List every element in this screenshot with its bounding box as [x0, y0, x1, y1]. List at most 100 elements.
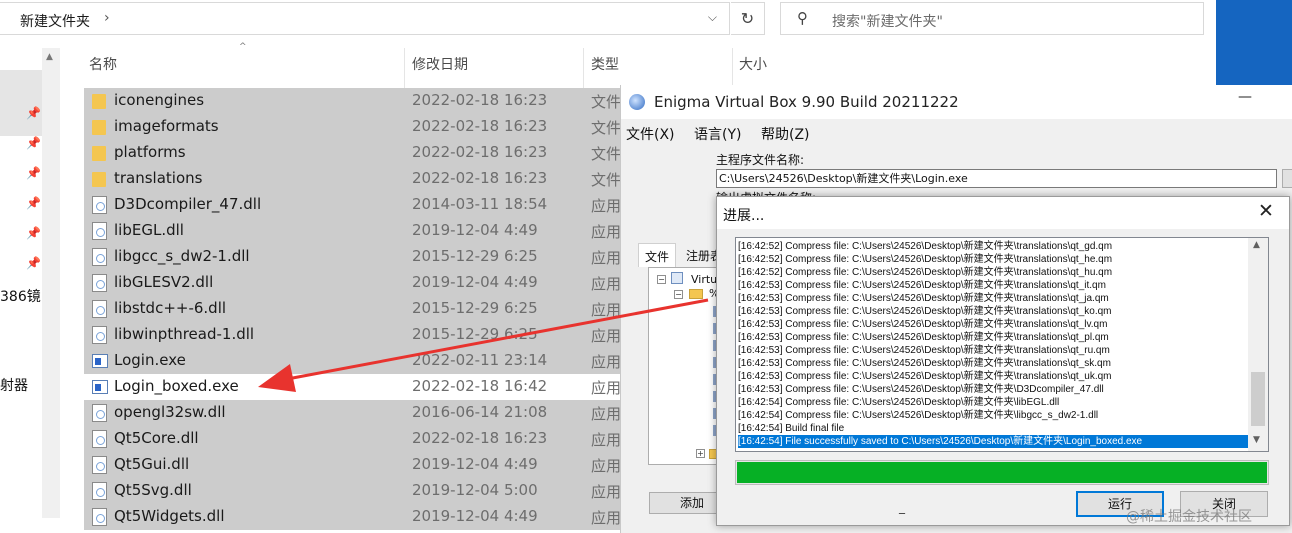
- column-header-date[interactable]: 修改日期: [412, 54, 468, 74]
- file-row[interactable]: libstdc++-6.dll 2015-12-29 6:25 应用: [84, 296, 624, 322]
- nav-selected-item[interactable]: [0, 70, 42, 136]
- column-header-size[interactable]: 大小: [739, 54, 767, 74]
- file-row[interactable]: platforms 2022-02-18 16:23 文件: [84, 140, 624, 166]
- file-type: 应用: [591, 249, 622, 267]
- address-history-dropdown-icon[interactable]: ⌵: [708, 10, 717, 25]
- log-line[interactable]: [16:42:54] File successfully saved to C:…: [738, 435, 1248, 448]
- pin-icon[interactable]: 📌: [26, 196, 41, 210]
- file-name[interactable]: libgcc_s_dw2-1.dll: [114, 247, 250, 265]
- file-name[interactable]: Qt5Gui.dll: [114, 455, 189, 473]
- scroll-up-arrow-icon[interactable]: ▲: [1253, 240, 1260, 250]
- column-divider[interactable]: [583, 48, 584, 88]
- column-divider[interactable]: [404, 48, 405, 88]
- tree-expand-icon[interactable]: +: [696, 449, 705, 458]
- log-line[interactable]: [16:42:52] Compress file: C:\Users\24526…: [738, 266, 1248, 279]
- log-line[interactable]: [16:42:52] Compress file: C:\Users\24526…: [738, 240, 1248, 253]
- column-header-type[interactable]: 类型: [591, 54, 619, 74]
- tab-files[interactable]: 文件: [638, 243, 677, 267]
- file-row[interactable]: Login.exe 2022-02-11 23:14 应用: [84, 348, 624, 374]
- log-line[interactable]: [16:42:53] Compress file: C:\Users\24526…: [738, 357, 1248, 370]
- file-name[interactable]: platforms: [114, 143, 186, 161]
- file-name[interactable]: Login_boxed.exe: [114, 377, 239, 395]
- address-bar-area: 新建文件夹 › ⌵ ↻ ⚲ 搜索"新建文件夹": [0, 0, 1212, 40]
- search-box[interactable]: ⚲ 搜索"新建文件夹": [780, 2, 1204, 35]
- file-row[interactable]: libEGL.dll 2019-12-04 4:49 应用: [84, 218, 624, 244]
- log-line[interactable]: [16:42:53] Compress file: C:\Users\24526…: [738, 331, 1248, 344]
- log-line[interactable]: [16:42:53] Compress file: C:\Users\24526…: [738, 279, 1248, 292]
- log-line[interactable]: [16:42:53] Compress file: C:\Users\24526…: [738, 370, 1248, 383]
- file-row[interactable]: Qt5Svg.dll 2019-12-04 5:00 应用: [84, 478, 624, 504]
- scroll-up-arrow-icon[interactable]: ▲: [46, 52, 53, 62]
- browse-button[interactable]: [1282, 169, 1292, 188]
- pin-icon[interactable]: 📌: [26, 106, 41, 120]
- file-date: 2022-02-18 16:23: [412, 169, 548, 187]
- file-name[interactable]: imageformats: [114, 117, 219, 135]
- refresh-button[interactable]: ↻: [731, 2, 765, 35]
- nav-item-label[interactable]: 射器: [0, 375, 28, 395]
- file-name[interactable]: Login.exe: [114, 351, 186, 369]
- log-line[interactable]: [16:42:53] Compress file: C:\Users\24526…: [738, 344, 1248, 357]
- dll-icon: [92, 222, 107, 240]
- enigma-title-bar[interactable]: Enigma Virtual Box 9.90 Build 20211222 —: [621, 85, 1292, 119]
- file-type: 应用: [591, 457, 622, 475]
- main-exe-path-field[interactable]: C:\Users\24526\Desktop\新建文件夹\Login.exe: [716, 169, 1277, 188]
- pin-icon[interactable]: 📌: [26, 166, 41, 180]
- tree-collapse-icon[interactable]: −: [674, 290, 683, 299]
- address-bar[interactable]: 新建文件夹 › ⌵: [0, 2, 730, 35]
- file-row[interactable]: imageformats 2022-02-18 16:23 文件: [84, 114, 624, 140]
- file-row[interactable]: translations 2022-02-18 16:23 文件: [84, 166, 624, 192]
- file-row[interactable]: Login_boxed.exe 2022-02-18 16:42 应用: [84, 374, 624, 400]
- log-line[interactable]: [16:42:54] Build final file: [738, 422, 1248, 435]
- log-line[interactable]: [16:42:53] Compress file: C:\Users\24526…: [738, 318, 1248, 331]
- file-row[interactable]: D3Dcompiler_47.dll 2014-03-11 18:54 应用: [84, 192, 624, 218]
- file-row[interactable]: iconengines 2022-02-18 16:23 文件: [84, 88, 624, 114]
- log-line[interactable]: [16:42:53] Compress file: C:\Users\24526…: [738, 383, 1248, 396]
- breadcrumb-current-folder[interactable]: 新建文件夹: [20, 11, 90, 31]
- column-divider[interactable]: [732, 48, 733, 88]
- file-name[interactable]: iconengines: [114, 91, 204, 109]
- nav-item-label[interactable]: 386镜: [0, 286, 41, 306]
- menu-language[interactable]: 语言(Y): [694, 124, 741, 144]
- file-row[interactable]: Qt5Core.dll 2022-02-18 16:23 应用: [84, 426, 624, 452]
- file-row[interactable]: libgcc_s_dw2-1.dll 2015-12-29 6:25 应用: [84, 244, 624, 270]
- progress-title: 进展...: [723, 208, 765, 224]
- nav-scrollbar[interactable]: ▲: [42, 48, 60, 518]
- log-scrollbar[interactable]: ▲ ▼: [1248, 238, 1268, 451]
- log-line[interactable]: [16:42:54] Compress file: C:\Users\24526…: [738, 396, 1248, 409]
- log-line[interactable]: [16:42:54] Compress file: C:\Users\24526…: [738, 409, 1248, 422]
- log-line[interactable]: [16:42:53] Compress file: C:\Users\24526…: [738, 305, 1248, 318]
- file-row[interactable]: libGLESV2.dll 2019-12-04 4:49 应用: [84, 270, 624, 296]
- minimize-button[interactable]: —: [1238, 89, 1252, 105]
- search-placeholder[interactable]: 搜索"新建文件夹": [832, 11, 943, 31]
- scroll-down-arrow-icon[interactable]: ▼: [1253, 435, 1260, 445]
- file-name[interactable]: libwinpthread-1.dll: [114, 325, 254, 343]
- log-line[interactable]: [16:42:52] Compress file: C:\Users\24526…: [738, 253, 1248, 266]
- file-date: 2022-02-18 16:23: [412, 143, 548, 161]
- progress-title-bar[interactable]: 进展... ✕: [717, 197, 1289, 229]
- file-row[interactable]: Qt5Gui.dll 2019-12-04 4:49 应用: [84, 452, 624, 478]
- menu-file[interactable]: 文件(X): [626, 124, 675, 144]
- tree-collapse-icon[interactable]: −: [657, 275, 666, 284]
- file-name[interactable]: libstdc++-6.dll: [114, 299, 226, 317]
- file-name[interactable]: Qt5Widgets.dll: [114, 507, 225, 525]
- menu-help[interactable]: 帮助(Z): [761, 124, 810, 144]
- pin-icon[interactable]: 📌: [26, 226, 41, 240]
- column-header-name[interactable]: 名称: [89, 54, 117, 74]
- file-name[interactable]: translations: [114, 169, 202, 187]
- close-icon[interactable]: ✕: [1258, 200, 1274, 222]
- build-log-list[interactable]: [16:42:54] File successfully saved to C:…: [735, 237, 1269, 452]
- file-name[interactable]: libEGL.dll: [114, 221, 184, 239]
- file-name[interactable]: Qt5Core.dll: [114, 429, 199, 447]
- file-row[interactable]: Qt5Widgets.dll 2019-12-04 4:49 应用: [84, 504, 624, 530]
- file-row[interactable]: opengl32sw.dll 2016-06-14 21:08 应用: [84, 400, 624, 426]
- pin-icon[interactable]: 📌: [26, 136, 41, 150]
- file-name[interactable]: Qt5Svg.dll: [114, 481, 192, 499]
- log-line[interactable]: [16:42:53] Compress file: C:\Users\24526…: [738, 292, 1248, 305]
- scroll-thumb[interactable]: [1251, 372, 1265, 426]
- file-name[interactable]: opengl32sw.dll: [114, 403, 226, 421]
- file-row[interactable]: libwinpthread-1.dll 2015-12-29 6:25 应用: [84, 322, 624, 348]
- pin-icon[interactable]: 📌: [26, 256, 41, 270]
- file-name[interactable]: libGLESV2.dll: [114, 273, 213, 291]
- breadcrumb-chevron-icon[interactable]: ›: [104, 10, 110, 26]
- file-name[interactable]: D3Dcompiler_47.dll: [114, 195, 261, 213]
